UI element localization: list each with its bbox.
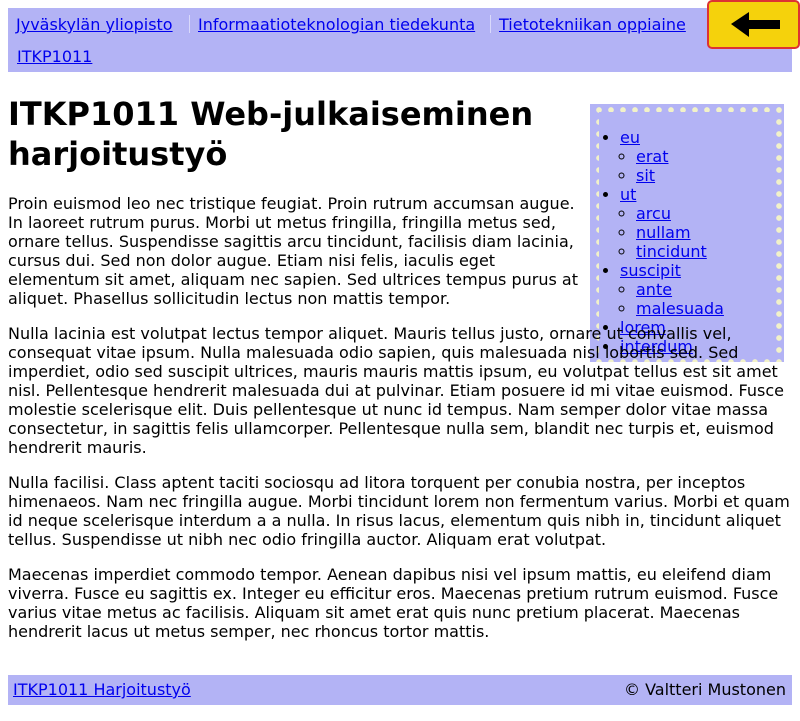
footer-copyright: © Valtteri Mustonen xyxy=(623,680,786,699)
side-nav-link-erat[interactable]: erat xyxy=(636,147,669,166)
breadcrumb-separator xyxy=(490,15,491,33)
back-button[interactable] xyxy=(707,0,800,49)
breadcrumb-link-faculty[interactable]: Informaatioteknologian tiedekunta xyxy=(198,15,475,35)
breadcrumb-link-university[interactable]: Jyväskylän yliopisto xyxy=(16,15,173,35)
paragraph: Proin euismod leo nec tristique feugiat.… xyxy=(8,194,578,308)
paragraph: Nulla facilisi. Class aptent taciti soci… xyxy=(8,473,790,549)
main-content: Proin euismod leo nec tristique feugiat.… xyxy=(8,194,792,657)
breadcrumb-link-department[interactable]: Tietotekniikan oppiaine xyxy=(499,15,686,35)
left-arrow-icon xyxy=(731,12,780,37)
side-nav-item: eu erat sit xyxy=(620,128,724,185)
breadcrumb-link-course[interactable]: ITKP1011 xyxy=(17,47,92,67)
footer-home-link[interactable]: ITKP1011 Harjoitustyö xyxy=(13,675,191,705)
footer: ITKP1011 Harjoitustyö © Valtteri Mustone… xyxy=(8,675,792,705)
side-nav-sublist: erat sit xyxy=(620,147,724,185)
side-nav-subitem: sit xyxy=(636,166,724,185)
breadcrumb-separator xyxy=(189,15,190,33)
side-nav-subitem: erat xyxy=(636,147,724,166)
breadcrumb-nav: Jyväskylän yliopisto Informaatioteknolog… xyxy=(8,8,792,72)
paragraph: Maecenas imperdiet commodo tempor. Aenea… xyxy=(8,565,779,641)
side-nav-link-sit[interactable]: sit xyxy=(636,166,655,185)
side-nav-link-eu[interactable]: eu xyxy=(620,128,640,147)
page-title: ITKP1011 Web-julkaiseminen harjoitustyö xyxy=(8,95,534,173)
paragraph: Nulla lacinia est volutpat lectus tempor… xyxy=(8,324,784,457)
